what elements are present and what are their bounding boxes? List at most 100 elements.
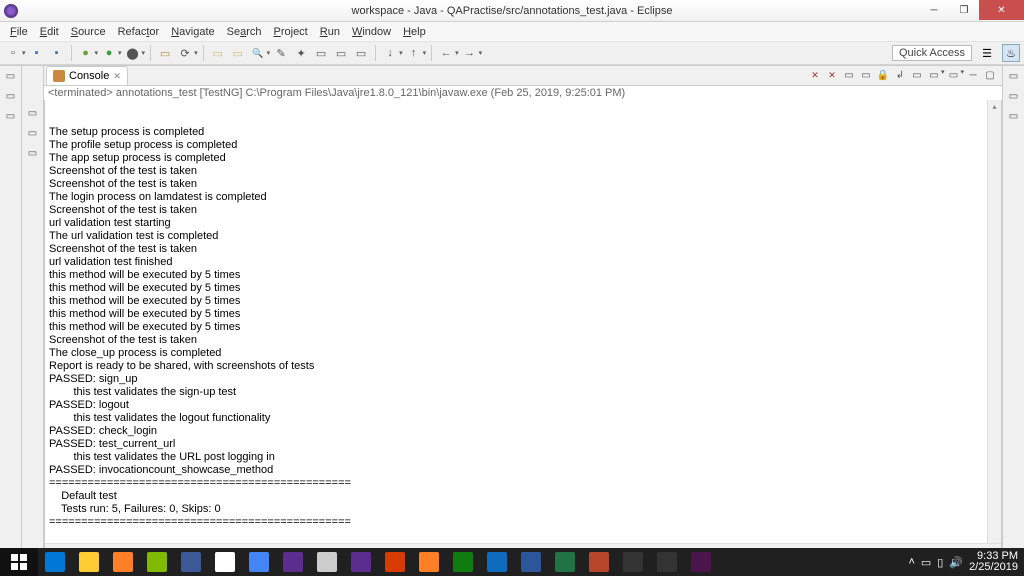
restore-icon[interactable]: ▭ [4, 69, 18, 83]
new-package-button[interactable] [156, 44, 174, 62]
taskbar-app[interactable] [684, 548, 718, 576]
forward-button[interactable]: → [461, 44, 479, 62]
dropdown-icon[interactable]: ▾ [194, 49, 198, 57]
run-button[interactable] [100, 44, 118, 62]
word-wrap-button[interactable]: ↲ [892, 68, 908, 84]
debug-button[interactable] [77, 44, 95, 62]
scroll-lock-button[interactable]: 🔒 [875, 68, 891, 84]
dropdown-icon[interactable]: ▾ [479, 49, 483, 57]
menu-navigate[interactable]: Navigate [165, 26, 220, 38]
menu-window[interactable]: Window [346, 26, 397, 38]
menu-search[interactable]: Search [221, 26, 268, 38]
open-type-button[interactable] [209, 44, 227, 62]
menu-refactor[interactable]: Refactor [112, 26, 166, 38]
start-button[interactable] [0, 548, 38, 576]
taskbar-app[interactable] [616, 548, 650, 576]
taskbar-app[interactable] [412, 548, 446, 576]
tab-console[interactable]: Console ✕ [46, 66, 128, 85]
taskbar-app[interactable] [378, 548, 412, 576]
display-console-button[interactable]: ▭ [926, 68, 942, 84]
taskbar-app[interactable] [174, 548, 208, 576]
next-annotation-button[interactable]: ↓ [381, 44, 399, 62]
taskbar-app[interactable] [72, 548, 106, 576]
javadoc-icon[interactable]: ▭ [26, 146, 40, 160]
restore-icon[interactable]: ▭ [26, 106, 40, 120]
dropdown-icon[interactable]: ▾ [455, 49, 459, 57]
taskbar-app[interactable] [650, 548, 684, 576]
taskbar-app[interactable] [310, 548, 344, 576]
system-tray[interactable]: ˄ ▭ ▯ 🔊 9:33 PM 2/25/2019 [908, 551, 1024, 573]
open-console-button[interactable]: ▭ [945, 68, 961, 84]
maximize-view-button[interactable]: ▢ [982, 68, 998, 84]
vertical-scrollbar[interactable]: ▴ [987, 100, 1001, 543]
paste-button[interactable]: ▭ [312, 44, 330, 62]
menu-help[interactable]: Help [397, 26, 432, 38]
wand-button[interactable]: ✦ [292, 44, 310, 62]
shift-right-button[interactable]: ▭ [332, 44, 350, 62]
close-tab-icon[interactable]: ✕ [113, 71, 121, 82]
console-line: Screenshot of the test is taken [49, 334, 997, 347]
action-center-icon[interactable]: ▭ [921, 556, 931, 569]
minimize-view-button[interactable]: ─ [965, 68, 981, 84]
volume-icon[interactable]: 🔊 [949, 556, 963, 569]
prev-annotation-button[interactable]: ↑ [405, 44, 423, 62]
restore-icon[interactable]: ▭ [1007, 69, 1021, 83]
dropdown-icon[interactable]: ▾ [22, 49, 26, 57]
quick-access[interactable]: Quick Access [892, 45, 972, 61]
toggle-button[interactable]: ✎ [272, 44, 290, 62]
taskbar-app[interactable] [582, 548, 616, 576]
problems-icon[interactable]: ▭ [26, 126, 40, 140]
dropdown-icon[interactable]: ▾ [142, 49, 146, 57]
battery-icon[interactable]: ▯ [937, 556, 943, 569]
console-output[interactable]: The setup process is completedThe profil… [44, 100, 1002, 558]
menu-source[interactable]: Source [65, 26, 112, 38]
taskbar-app[interactable] [446, 548, 480, 576]
pin-console-button[interactable]: ▭ [909, 68, 925, 84]
remove-all-button[interactable]: ▭ [841, 68, 857, 84]
hierarchy-icon[interactable]: ▭ [4, 109, 18, 123]
console-line: url validation test finished [49, 256, 997, 269]
taskbar-app[interactable] [38, 548, 72, 576]
dropdown-icon[interactable]: ▾ [118, 49, 122, 57]
taskbar-app[interactable] [276, 548, 310, 576]
coverage-button[interactable]: ⬤ [124, 44, 142, 62]
remove-launch-button[interactable] [824, 68, 840, 84]
outline-icon[interactable]: ▭ [1007, 109, 1021, 123]
close-button[interactable]: ✕ [979, 0, 1024, 20]
save-all-button[interactable] [48, 44, 66, 62]
console-line: PASSED: sign_up [49, 373, 997, 386]
taskbar-app[interactable] [242, 548, 276, 576]
menu-project[interactable]: Project [268, 26, 314, 38]
package-explorer-icon[interactable]: ▭ [4, 89, 18, 103]
minimize-button[interactable]: ─ [919, 0, 949, 20]
clock[interactable]: 9:33 PM 2/25/2019 [969, 551, 1018, 573]
menu-run[interactable]: Run [314, 26, 346, 38]
perspective-java[interactable]: ♨ [1002, 44, 1020, 62]
open-task-button[interactable] [229, 44, 247, 62]
menu-file[interactable]: File [4, 26, 34, 38]
search-button[interactable] [249, 44, 267, 62]
task-list-icon[interactable]: ▭ [1007, 89, 1021, 103]
taskbar-app[interactable] [208, 548, 242, 576]
terminate-button[interactable] [807, 68, 823, 84]
save-button[interactable] [28, 44, 46, 62]
taskbar-app[interactable] [548, 548, 582, 576]
tray-up-icon[interactable]: ˄ [908, 556, 914, 568]
back-button[interactable]: ← [437, 44, 455, 62]
maximize-button[interactable]: ❐ [949, 0, 979, 20]
build-button[interactable] [176, 44, 194, 62]
taskbar-app[interactable] [344, 548, 378, 576]
taskbar-app[interactable] [106, 548, 140, 576]
taskbar-app[interactable] [140, 548, 174, 576]
dropdown-icon[interactable]: ▾ [399, 49, 403, 57]
dropdown-icon[interactable]: ▾ [423, 49, 427, 57]
shift-left-button[interactable]: ▭ [352, 44, 370, 62]
new-button[interactable] [4, 44, 22, 62]
clear-console-button[interactable]: ▭ [858, 68, 874, 84]
dropdown-icon[interactable]: ▾ [267, 49, 271, 57]
taskbar-app[interactable] [514, 548, 548, 576]
dropdown-icon[interactable]: ▾ [95, 49, 99, 57]
taskbar-app[interactable] [480, 548, 514, 576]
perspective-java-ee[interactable]: ☰ [978, 44, 996, 62]
menu-edit[interactable]: Edit [34, 26, 65, 38]
